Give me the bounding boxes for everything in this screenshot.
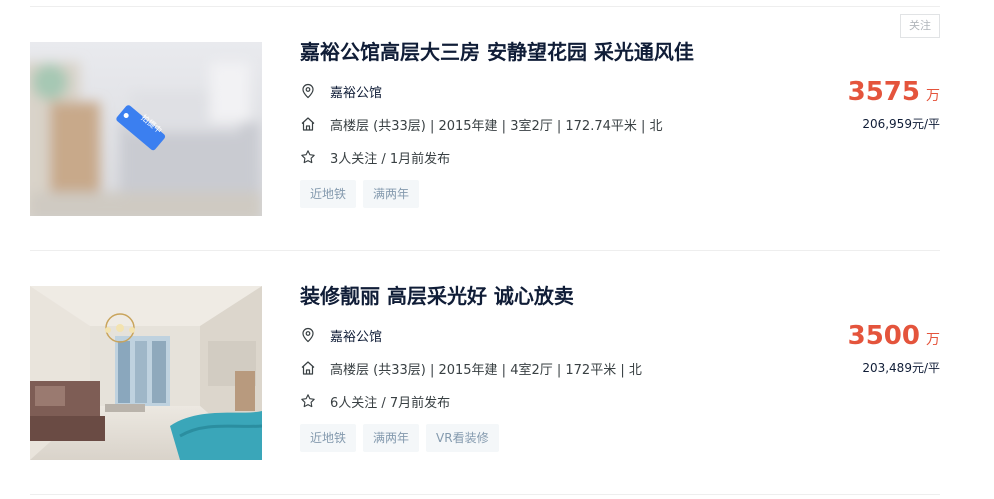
tag-list: 近地铁 满两年 xyxy=(300,180,820,208)
follow-info-text: 6人关注 / 7月前发布 xyxy=(330,395,451,411)
total-price: 3575 万 xyxy=(740,77,940,107)
listing-title[interactable]: 嘉裕公馆高层大三房 安静望花园 采光通风佳 xyxy=(300,34,820,70)
total-price-unit: 万 xyxy=(926,88,940,104)
location-pin-icon xyxy=(300,83,316,99)
total-price: 3500 万 xyxy=(740,321,940,351)
price-block: 3575 万 206,959元/平 xyxy=(740,77,940,132)
tag-over-two-years: 满两年 xyxy=(363,180,420,208)
unit-price: 203,489元/平 xyxy=(862,361,940,375)
listing-title[interactable]: 装修靓丽 高层采光好 诚心放卖 xyxy=(300,278,820,314)
listing-item: 装修靓丽 高层采光好 诚心放卖 嘉裕公馆 高楼层 (共33层) | 2015年建… xyxy=(30,251,940,495)
price-block: 3500 万 203,489元/平 xyxy=(740,321,940,376)
tag-near-subway: 近地铁 xyxy=(300,424,357,452)
tag-over-two-years: 满两年 xyxy=(363,424,420,452)
community-link[interactable]: 嘉裕公馆 xyxy=(330,326,382,345)
location-pin-icon xyxy=(300,327,316,343)
total-price-unit: 万 xyxy=(926,332,940,348)
house-icon xyxy=(300,116,316,132)
living-room-photo xyxy=(30,286,262,460)
follow-button[interactable]: 关注 xyxy=(900,14,940,38)
listing-list: 拍摄中 关注 嘉裕公馆高层大三房 安静望花园 采光通风佳 嘉裕公馆 高楼层 (共… xyxy=(30,6,940,495)
tag-list: 近地铁 满两年 VR看装修 xyxy=(300,424,820,452)
follow-info-text: 3人关注 / 1月前发布 xyxy=(330,151,451,167)
star-icon xyxy=(300,393,316,409)
house-info-text: 高楼层 (共33层) | 2015年建 | 3室2厅 | 172.74平米 | … xyxy=(330,118,663,134)
total-price-value: 3575 xyxy=(847,77,920,107)
star-icon xyxy=(300,149,316,165)
room-photo-blurred: 拍摄中 xyxy=(30,42,262,216)
tag-vr-decoration: VR看装修 xyxy=(426,424,499,452)
listing-photo[interactable]: 拍摄中 xyxy=(30,42,262,216)
community-link[interactable]: 嘉裕公馆 xyxy=(330,82,382,101)
total-price-value: 3500 xyxy=(847,321,920,351)
unit-price: 206,959元/平 xyxy=(862,117,940,131)
listing-item: 拍摄中 关注 嘉裕公馆高层大三房 安静望花园 采光通风佳 嘉裕公馆 高楼层 (共… xyxy=(30,7,940,251)
follow-info-row: 6人关注 / 7月前发布 xyxy=(300,391,820,411)
house-info-text: 高楼层 (共33层) | 2015年建 | 4室2厅 | 172平米 | 北 xyxy=(330,362,642,378)
follow-info-row: 3人关注 / 1月前发布 xyxy=(300,147,820,167)
listing-photo[interactable] xyxy=(30,286,262,460)
house-icon xyxy=(300,360,316,376)
tag-near-subway: 近地铁 xyxy=(300,180,357,208)
